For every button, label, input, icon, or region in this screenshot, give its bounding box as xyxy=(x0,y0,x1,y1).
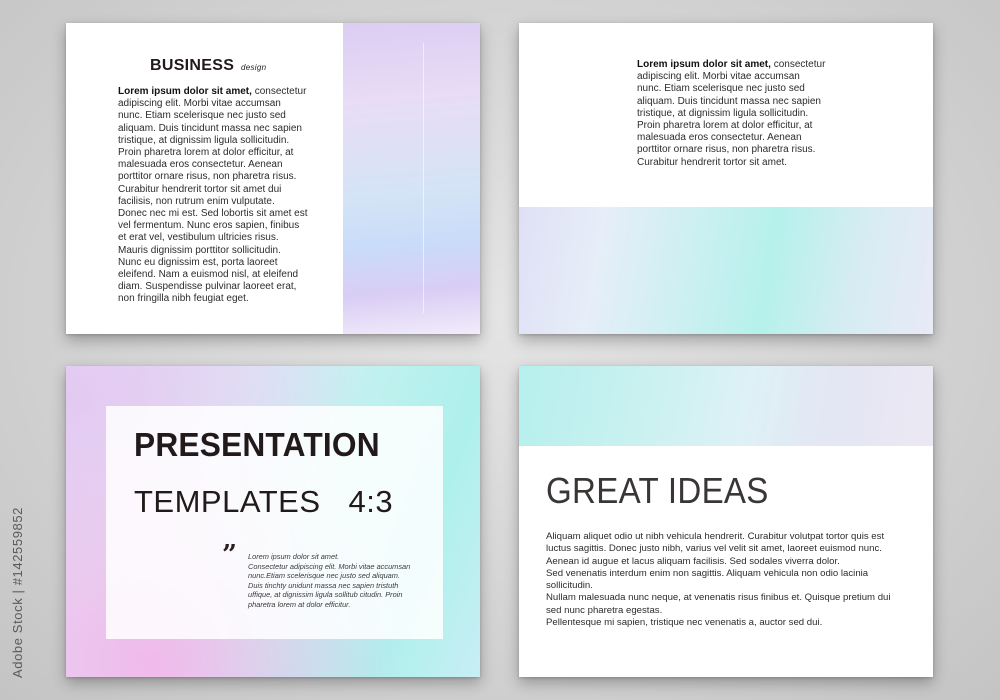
quote-line: nunc.Etiam scelerisque nec justo sed ali… xyxy=(248,571,400,581)
body-line: Curabitur hendrerit tortor sit amet. xyxy=(637,156,788,168)
title-ratio: 4:3 xyxy=(348,484,394,519)
slide-text-band[interactable]: Lorem ipsum dolor sit amet, consectetur … xyxy=(519,23,933,334)
body-line: Proin pharetra lorem at dolor efficitur,… xyxy=(637,120,813,132)
body-line: Mauris dignissim porttitor sollicitudin. xyxy=(118,244,281,256)
title-templates-text: TEMPLATES xyxy=(134,484,321,519)
slide-body-text: Lorem ipsum dolor sit amet, consectetur … xyxy=(637,59,867,169)
stock-credit: Adobe Stock | #142559852 xyxy=(6,462,28,682)
body-line: Curabitur hendrerit tortor sit amet dui xyxy=(118,183,282,195)
holographic-side-panel xyxy=(343,23,480,334)
body-line: non fringilla nibh feugiat eget. xyxy=(118,293,249,305)
body-line: eleifend. Nam a euismod nisl, at eleifen… xyxy=(118,269,299,281)
quote-line: pharetra lorem at dolor efficitur. xyxy=(248,599,351,609)
body-line: Nullam malesuada nunc neque, at venenati… xyxy=(546,592,891,604)
body-line: nunc. Etiam scelerisque nec justo sed xyxy=(637,83,805,95)
slide-business[interactable]: BUSINESS design Lorem ipsum dolor sit am… xyxy=(66,23,480,334)
title-templates: TEMPLATES 4:3 xyxy=(134,484,393,520)
slide-body-text: Aliquam aliquet odio ut nibh vehicula he… xyxy=(546,531,926,629)
slide-great-ideas[interactable]: GREAT IDEAS Aliquam aliquet odio ut nibh… xyxy=(519,366,933,677)
body-line: Proin pharetra lorem at dolor efficitur,… xyxy=(118,147,294,159)
body-line: sollicitudin. xyxy=(546,580,593,592)
slide-title[interactable]: PRESENTATION TEMPLATES 4:3 ” Lorem ipsum … xyxy=(66,366,480,677)
body-line: Aliquam aliquet odio ut nibh vehicula he… xyxy=(546,531,885,542)
body-line: luctus sagittis. Donec justo nibh, variu… xyxy=(546,543,882,555)
holographic-bottom-band xyxy=(519,207,933,334)
body-line: et erat vel, vestibulum ultricies risus. xyxy=(118,232,279,244)
body-line: porttitor ornare risus, non pharetra ris… xyxy=(637,144,816,156)
quote-line: Duis tinchty unidunt massa nec sapien tr… xyxy=(248,580,399,590)
body-line: tristique, at dignissim ligula sollicitu… xyxy=(637,107,809,119)
body-line: tristique, at dignissim ligula sollicitu… xyxy=(118,134,290,146)
body-line: adipiscing elit. Morbi vitae accumsan xyxy=(118,98,281,110)
quote-line: Lorem ipsum dolor sit amet. xyxy=(248,552,340,561)
body-line: vel fermentum. Nunc eros sapien, finibus xyxy=(118,220,300,232)
lead-line: Lorem ipsum dolor sit amet, consectetur xyxy=(637,59,826,70)
heading-business: BUSINESS xyxy=(150,57,235,74)
body-line: malesuada eros consectetur. Aenean xyxy=(118,159,283,171)
body-line: malesuada eros consectetur. Aenean xyxy=(637,132,802,144)
body-line: nunc. Etiam scelerisque nec justo sed xyxy=(118,110,286,122)
lead-line: Lorem ipsum dolor sit amet, consectetur xyxy=(118,86,307,97)
body-line: diam. Suspendisse pulvinar laoreet erat, xyxy=(118,281,297,293)
heading-design: design xyxy=(240,63,267,72)
stock-credit-text: Adobe Stock | #142559852 xyxy=(10,506,25,678)
slide-body-text: Lorem ipsum dolor sit amet, consectetur … xyxy=(118,86,340,306)
quote-line: Consectetur adipiscing elit. Morbi vitae… xyxy=(248,561,411,571)
holographic-top-band xyxy=(519,366,933,446)
body-line: Nunc eu dignissim est, porta laoreet xyxy=(118,256,278,268)
body-line: Pellentesque mi sapien, tristique nec ve… xyxy=(546,617,823,629)
body-line: aliquam. Duis tincidunt massa nec sapien xyxy=(118,122,302,134)
body-line: aliquam. Duis tincidunt massa nec sapien xyxy=(637,95,821,107)
quote-mark: ” xyxy=(222,540,237,570)
title-great-ideas: GREAT IDEAS xyxy=(546,470,769,511)
slide-heading: BUSINESS design xyxy=(150,57,266,75)
body-line: Aenean id augue et lacus aliquam facilis… xyxy=(546,555,840,567)
body-line: porttitor ornare risus, non pharetra ris… xyxy=(118,171,297,183)
quote-line: uffique, at dignissim ligula sollitub ci… xyxy=(248,590,403,600)
body-line: sed nunc pharetra egestas. xyxy=(546,604,663,616)
title-presentation: PRESENTATION xyxy=(134,426,380,463)
body-line: Sed venenatis interdum enim non sagittis… xyxy=(546,567,869,579)
body-line: adipiscing elit. Morbi vitae accumsan xyxy=(637,71,800,83)
body-line: facilisis, non rutrum enim vulputate. xyxy=(118,195,275,207)
quote-text: Lorem ipsum dolor sit amet. Consectetur … xyxy=(248,552,423,610)
body-line: Donec nec mi est. Sed lobortis sit amet … xyxy=(118,208,308,220)
